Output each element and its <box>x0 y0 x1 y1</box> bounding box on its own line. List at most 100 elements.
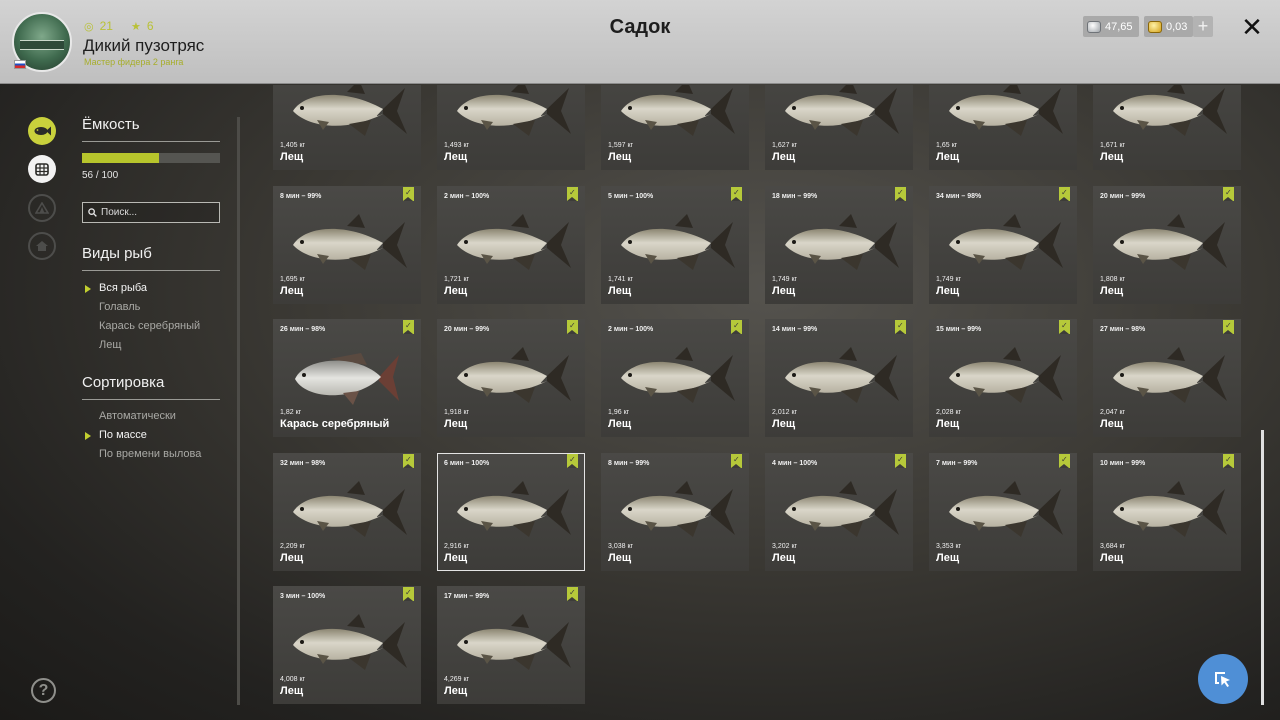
fish-name: Лещ <box>444 285 468 297</box>
gold-coins-icon <box>1148 20 1162 33</box>
bookmark-check-icon: ✓ <box>1223 454 1234 468</box>
silver-coins-icon <box>1087 20 1101 33</box>
grid-scrollbar[interactable] <box>1261 430 1264 705</box>
catch-time-freshness: 18 мин – 99% <box>772 193 818 200</box>
fish-name: Лещ <box>608 285 632 297</box>
search-input[interactable] <box>101 207 211 218</box>
fish-card[interactable]: 1,493 кг Лещ <box>437 85 585 170</box>
bream-fish-image <box>457 481 571 537</box>
bookmark-check-icon: ✓ <box>1223 320 1234 334</box>
fish-weight: 3,353 кг <box>936 543 962 550</box>
fish-card[interactable]: 1,405 кг Лещ <box>273 85 421 170</box>
fish-card[interactable]: 17 мин – 99% ✓ 4,269 кг Лещ <box>437 586 585 704</box>
fish-card[interactable]: 18 мин – 99% ✓ 1,749 кг Лещ <box>765 186 913 304</box>
fish-card[interactable]: 8 мин – 99% ✓ 1,695 кг Лещ <box>273 186 421 304</box>
home-tab-icon[interactable] <box>28 232 56 260</box>
catch-time-freshness: 14 мин – 99% <box>772 326 818 333</box>
help-button[interactable]: ? <box>31 678 56 703</box>
bream-fish-image <box>949 347 1063 403</box>
fish-weight: 1,741 кг <box>608 276 634 283</box>
fish-name: Лещ <box>444 552 468 564</box>
bream-fish-image <box>1113 481 1227 537</box>
catch-time-freshness: 8 мин – 99% <box>608 460 650 467</box>
fish-card[interactable]: 1,597 кг Лещ <box>601 85 749 170</box>
sorting-title: Сортировка <box>82 374 165 391</box>
fish-name: Лещ <box>936 285 960 297</box>
bream-fish-image <box>293 214 407 270</box>
fish-card[interactable]: 8 мин – 99% ✓ 3,038 кг Лещ <box>601 453 749 571</box>
tent-tab-icon[interactable] <box>28 194 56 222</box>
bream-fish-image <box>949 85 1063 136</box>
fish-card[interactable]: 34 мин – 98% ✓ 1,749 кг Лещ <box>929 186 1077 304</box>
bookmark-check-icon: ✓ <box>567 587 578 601</box>
catch-time-freshness: 8 мин – 99% <box>280 193 322 200</box>
fish-card[interactable]: 15 мин – 99% ✓ 2,028 кг Лещ <box>929 319 1077 437</box>
fish-card[interactable]: 5 мин – 100% ✓ 1,741 кг Лещ <box>601 186 749 304</box>
keepnet-tab-icon[interactable] <box>28 155 56 183</box>
bookmark-check-icon: ✓ <box>1223 187 1234 201</box>
catch-time-freshness: 34 мин – 98% <box>936 193 982 200</box>
sort-option-item[interactable]: Автоматически <box>99 410 176 422</box>
bookmark-check-icon: ✓ <box>403 187 414 201</box>
bookmark-check-icon: ✓ <box>895 320 906 334</box>
fish-card[interactable]: 26 мин – 98% ✓ 1,82 кг Карась серебряный <box>273 319 421 437</box>
species-filter-item[interactable]: Голавль <box>99 301 140 313</box>
gold-amount: 0,03 <box>1166 20 1188 33</box>
bream-fish-image <box>949 481 1063 537</box>
fish-card[interactable]: 27 мин – 98% ✓ 2,047 кг Лещ <box>1093 319 1241 437</box>
catch-time-freshness: 3 мин – 100% <box>280 593 326 600</box>
keepnet-fish-grid: 1,405 кг Лещ 1,493 кг Лещ 1,597 кг Лещ 1,627 к… <box>273 85 1243 720</box>
fish-card[interactable]: 32 мин – 98% ✓ 2,209 кг Лещ <box>273 453 421 571</box>
panel-divider <box>237 117 240 705</box>
bookmark-check-icon: ✓ <box>1059 454 1070 468</box>
fish-name: Лещ <box>280 151 304 163</box>
fish-card[interactable]: 7 мин – 99% ✓ 3,353 кг Лещ <box>929 453 1077 571</box>
fish-card[interactable]: 6 мин – 100% ✓ 2,916 кг Лещ <box>437 453 585 571</box>
catch-time-freshness: 6 мин – 100% <box>444 460 490 467</box>
sort-option-item[interactable]: По массе <box>99 429 147 441</box>
catch-time-freshness: 27 мин – 98% <box>1100 326 1146 333</box>
fish-weight: 1,597 кг <box>608 142 634 149</box>
fish-card[interactable]: 14 мин – 99% ✓ 2,012 кг Лещ <box>765 319 913 437</box>
fish-card[interactable]: 3 мин – 100% ✓ 4,008 кг Лещ <box>273 586 421 704</box>
buy-currency-button[interactable]: + <box>1193 16 1213 37</box>
star-icon: ★ <box>130 20 141 33</box>
bookmark-check-icon: ✓ <box>1059 187 1070 201</box>
fish-card[interactable]: 1,65 кг Лещ <box>929 85 1077 170</box>
player-stars: 6 <box>146 19 154 33</box>
fish-weight: 1,65 кг <box>936 142 958 149</box>
close-button[interactable]: ✕ <box>1238 14 1266 42</box>
fish-card[interactable]: 20 мин – 99% ✓ 1,808 кг Лещ <box>1093 186 1241 304</box>
bream-fish-image <box>785 214 899 270</box>
species-filter-item[interactable]: Карась серебряный <box>99 320 200 332</box>
catch-time-freshness: 2 мин – 100% <box>608 326 654 333</box>
fish-weight: 1,405 кг <box>280 142 306 149</box>
fish-weight: 1,82 кг <box>280 409 302 416</box>
fish-card[interactable]: 4 мин – 100% ✓ 3,202 кг Лещ <box>765 453 913 571</box>
fish-card[interactable]: 2 мин – 100% ✓ 1,96 кг Лещ <box>601 319 749 437</box>
fish-weight: 1,493 кг <box>444 142 470 149</box>
fish-tab-icon[interactable] <box>28 117 56 145</box>
fish-card[interactable]: 1,627 кг Лещ <box>765 85 913 170</box>
search-box[interactable] <box>82 202 220 223</box>
cursor-mode-button[interactable] <box>1198 654 1248 704</box>
bream-fish-image <box>785 85 899 136</box>
fish-name: Лещ <box>608 418 632 430</box>
bookmark-check-icon: ✓ <box>567 320 578 334</box>
fish-card[interactable]: 20 мин – 99% ✓ 1,918 кг Лещ <box>437 319 585 437</box>
fish-name: Лещ <box>772 552 796 564</box>
species-filter-item[interactable]: Лещ <box>99 339 121 351</box>
catch-time-freshness: 7 мин – 99% <box>936 460 978 467</box>
species-filter-item[interactable]: Вся рыба <box>99 282 147 294</box>
bream-fish-image <box>293 85 407 136</box>
fish-card[interactable]: 2 мин – 100% ✓ 1,721 кг Лещ <box>437 186 585 304</box>
bookmark-check-icon: ✓ <box>731 187 742 201</box>
fish-name: Лещ <box>772 418 796 430</box>
crucian-carp-image <box>295 353 399 405</box>
capacity-divider <box>82 141 220 142</box>
sort-option-item[interactable]: По времени вылова <box>99 448 201 460</box>
fish-card[interactable]: 10 мин – 99% ✓ 3,684 кг Лещ <box>1093 453 1241 571</box>
fish-card[interactable]: 1,671 кг Лещ <box>1093 85 1241 170</box>
player-name: Дикий пузотряс <box>83 36 205 55</box>
fish-weight: 2,916 кг <box>444 543 470 550</box>
